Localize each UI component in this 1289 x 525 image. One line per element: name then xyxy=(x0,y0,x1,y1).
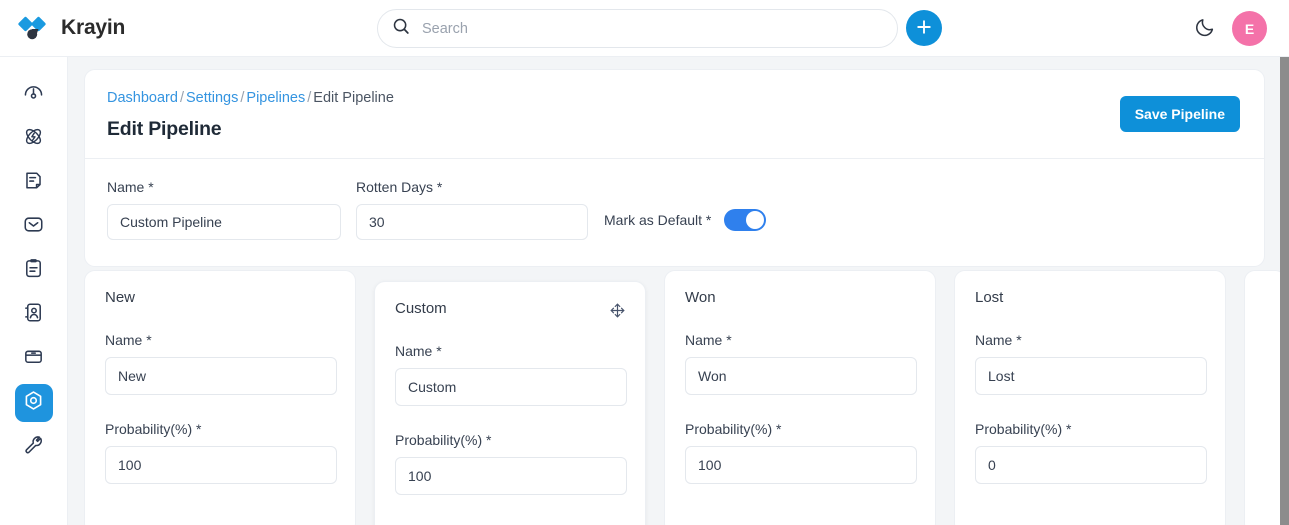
sidebar-item-mail[interactable] xyxy=(15,208,53,246)
stage-card-new[interactable]: New Name * Probability(%) * xyxy=(84,270,356,525)
breadcrumb-separator: / xyxy=(240,90,245,106)
scrollbar-thumb[interactable] xyxy=(1280,57,1289,525)
main-content: Dashboard / Settings / Pipelines / Edit Pipeli… xyxy=(68,57,1289,525)
breadcrumb-link-dashboard[interactable]: Dashboard xyxy=(107,90,178,106)
pipeline-name-field: Name * xyxy=(107,179,341,240)
stage-name-label: Name * xyxy=(975,332,1022,348)
mark-as-default-label: Mark as Default * xyxy=(604,212,712,228)
search-input[interactable] xyxy=(420,17,880,40)
breadcrumb-link-settings[interactable]: Settings xyxy=(186,90,238,106)
stage-title: Lost xyxy=(975,289,1004,306)
krayin-diamond-logo-icon xyxy=(18,13,52,43)
avatar-initial: E xyxy=(1244,20,1255,37)
app-root: Krayin Search E Dashboard / Settings / P… xyxy=(0,0,1289,525)
sidebar-item-dashboard[interactable] xyxy=(15,76,53,114)
save-pipeline-button[interactable]: Save Pipeline xyxy=(1119,96,1240,132)
stage-name-input[interactable] xyxy=(105,357,337,395)
stage-name-field: Name * xyxy=(975,332,1207,395)
search-icon xyxy=(392,17,410,40)
sidebar-item-configuration[interactable] xyxy=(15,428,53,466)
stage-probability-input[interactable] xyxy=(685,446,917,484)
breadcrumb: Dashboard / Settings / Pipelines / Edit Pipeli… xyxy=(107,90,1240,106)
stage-probability-input[interactable] xyxy=(105,446,337,484)
avatar[interactable]: E xyxy=(1232,11,1267,46)
plus-icon xyxy=(915,18,933,39)
mail-envelope-icon xyxy=(22,213,45,241)
configuration-wrench-icon xyxy=(22,433,45,461)
sidebar-item-activities[interactable] xyxy=(15,252,53,290)
edit-pipeline-panel: Dashboard / Settings / Pipelines / Edit Pipeli… xyxy=(84,69,1265,267)
left-sidebar xyxy=(0,57,68,525)
add-new-button[interactable] xyxy=(906,10,942,46)
move-arrows-icon[interactable] xyxy=(607,300,627,320)
top-header: Krayin Search E xyxy=(0,0,1289,57)
pipeline-name-input[interactable] xyxy=(107,204,341,240)
panel-header: Dashboard / Settings / Pipelines / Edit Pipeli… xyxy=(85,70,1264,158)
settings-hexagon-icon xyxy=(22,389,45,417)
stage-probability-field: Probability(%) * xyxy=(685,421,917,484)
leads-atom-icon xyxy=(22,125,45,153)
stage-title: Won xyxy=(685,289,716,306)
vertical-scrollbar[interactable] xyxy=(1280,57,1289,525)
page-title: Edit Pipeline xyxy=(107,118,222,140)
sidebar-item-products[interactable] xyxy=(15,340,53,378)
sidebar-item-contacts[interactable] xyxy=(15,296,53,334)
stage-name-field: Name * xyxy=(105,332,337,395)
theme-toggle-button[interactable] xyxy=(1190,13,1220,43)
activities-clipboard-icon xyxy=(22,257,45,285)
quotes-document-icon xyxy=(22,169,45,197)
breadcrumb-link-pipelines[interactable]: Pipelines xyxy=(246,90,305,106)
stage-name-field: Name * xyxy=(395,343,627,406)
stage-name-input[interactable] xyxy=(685,357,917,395)
dashboard-gauge-icon xyxy=(22,81,45,109)
moon-icon xyxy=(1194,16,1216,41)
stage-probability-field: Probability(%) * xyxy=(395,432,627,495)
stage-name-label: Name * xyxy=(685,332,732,348)
stage-card-lost[interactable]: Lost Name * Probability(%) * xyxy=(954,270,1226,525)
rotten-days-input[interactable] xyxy=(356,204,588,240)
stage-probability-label: Probability(%) * xyxy=(975,421,1072,437)
stage-probability-label: Probability(%) * xyxy=(685,421,782,437)
pipeline-stages-list: New Name * Probability(%) * Custom xyxy=(84,270,1289,525)
stage-name-input[interactable] xyxy=(395,368,627,406)
breadcrumb-separator: / xyxy=(179,90,184,106)
breadcrumb-separator: / xyxy=(307,90,312,106)
sidebar-item-quotes[interactable] xyxy=(15,164,53,202)
stage-title: New xyxy=(105,289,136,306)
toggle-knob xyxy=(746,211,765,229)
stage-name-label: Name * xyxy=(105,332,152,348)
mark-as-default-toggle[interactable] xyxy=(724,209,767,231)
stage-probability-label: Probability(%) * xyxy=(105,421,202,437)
stage-probability-input[interactable] xyxy=(975,446,1207,484)
stage-probability-field: Probability(%) * xyxy=(105,421,337,484)
pipeline-form-row: Name * Rotten Days * Mark as Default * xyxy=(85,159,1264,266)
rotten-days-label: Rotten Days * xyxy=(356,179,443,195)
brand-name: Krayin xyxy=(61,16,126,39)
mark-as-default-group: Mark as Default * xyxy=(604,209,767,231)
sidebar-item-leads[interactable] xyxy=(15,120,53,158)
contacts-person-icon xyxy=(22,301,45,329)
stage-name-field: Name * xyxy=(685,332,917,395)
rotten-days-field: Rotten Days * xyxy=(356,179,588,240)
stage-card-won[interactable]: Won Name * Probability(%) * xyxy=(664,270,936,525)
stage-title: Custom xyxy=(395,300,447,317)
breadcrumb-current: Edit Pipeline xyxy=(313,90,394,106)
stage-probability-field: Probability(%) * xyxy=(975,421,1207,484)
stage-name-label: Name * xyxy=(395,343,442,359)
sidebar-item-settings[interactable] xyxy=(14,384,53,422)
brand[interactable]: Krayin xyxy=(18,13,318,43)
products-box-icon xyxy=(22,345,45,373)
stage-probability-label: Probability(%) * xyxy=(395,432,492,448)
stage-probability-input[interactable] xyxy=(395,457,627,495)
search-box[interactable] xyxy=(377,9,898,48)
stage-card-custom[interactable]: Custom Name * Probabilit xyxy=(374,281,646,525)
stage-name-input[interactable] xyxy=(975,357,1207,395)
pipeline-name-label: Name * xyxy=(107,179,154,195)
